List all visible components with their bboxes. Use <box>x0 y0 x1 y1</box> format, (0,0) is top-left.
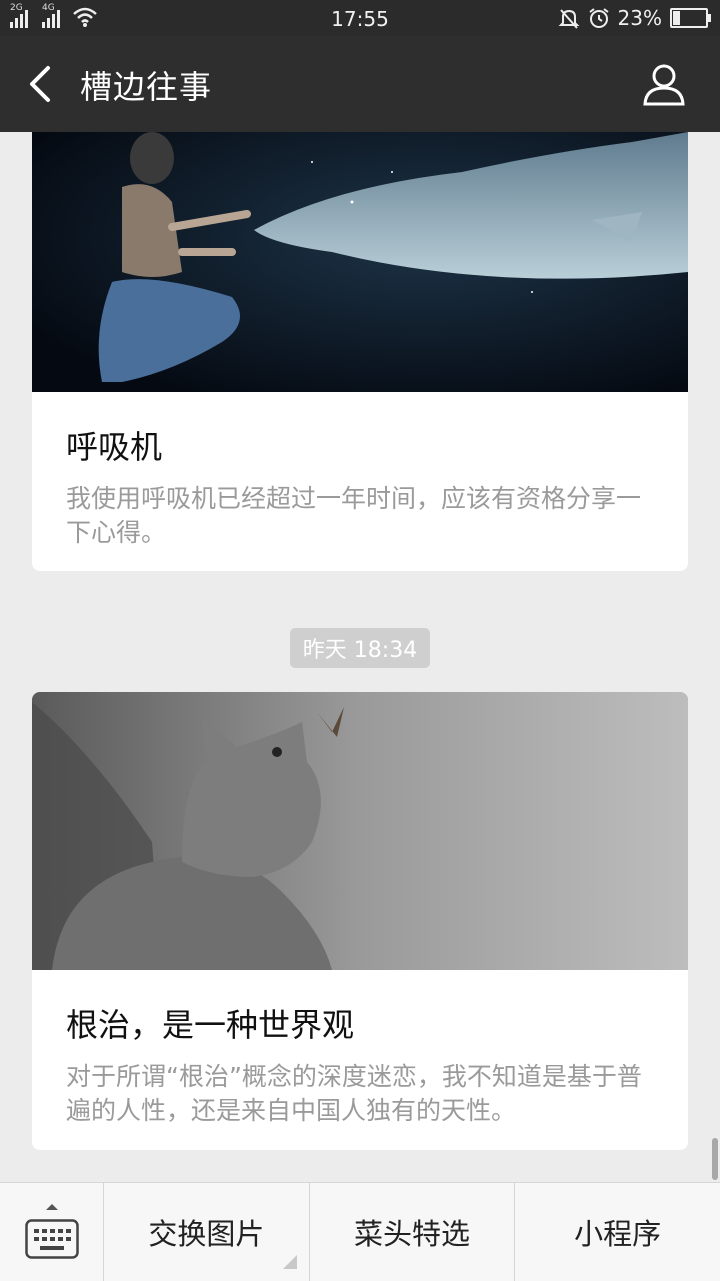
title-bar: 槽边往事 <box>0 36 720 132</box>
bottom-menu: 交换图片 菜头特选 小程序 <box>0 1182 720 1281</box>
keyboard-icon <box>25 1219 79 1259</box>
article-cover-image <box>32 132 688 392</box>
page-title: 槽边往事 <box>80 68 213 106</box>
submenu-indicator-icon <box>282 1255 297 1269</box>
menu-item-featured[interactable]: 菜头特选 <box>310 1183 516 1281</box>
article-cover-image <box>32 692 688 970</box>
back-arrow-icon[interactable] <box>22 62 62 106</box>
menu-item-label: 交换图片 <box>148 1217 265 1251</box>
bell-muted-icon <box>558 9 579 29</box>
article-card[interactable]: 呼吸机 我使用呼吸机已经超过一年时间，应该有资格分享一下心得。 <box>32 132 688 571</box>
scrollbar[interactable] <box>712 1138 718 1180</box>
timestamp-badge: 昨天 18:34 <box>290 628 430 668</box>
caret-up-icon <box>46 1204 58 1210</box>
menu-item-mini-program[interactable]: 小程序 <box>515 1183 720 1281</box>
menu-item-label: 小程序 <box>574 1217 662 1251</box>
article-title: 根治，是一种世界观 <box>66 1006 355 1044</box>
menu-item-exchange-images[interactable]: 交换图片 <box>104 1183 310 1281</box>
article-description: 对于所谓“根治”概念的深度迷恋，我不知道是基于普遍的人性，还是来自中国人独有的天… <box>66 1062 642 1125</box>
menu-item-label: 菜头特选 <box>354 1217 471 1251</box>
article-title: 呼吸机 <box>66 428 163 466</box>
alarm-icon <box>588 8 609 28</box>
keyboard-toggle-button[interactable] <box>0 1183 104 1281</box>
profile-icon[interactable] <box>642 62 686 106</box>
article-card[interactable]: 根治，是一种世界观 对于所谓“根治”概念的深度迷恋，我不知道是基于普遍的人性，还… <box>32 692 688 1150</box>
battery-icon <box>670 8 711 28</box>
status-bar: 2G 4G 17:55 23% <box>0 0 720 36</box>
article-description: 我使用呼吸机已经超过一年时间，应该有资格分享一下心得。 <box>66 484 642 547</box>
battery-percent: 23% <box>617 6 662 30</box>
